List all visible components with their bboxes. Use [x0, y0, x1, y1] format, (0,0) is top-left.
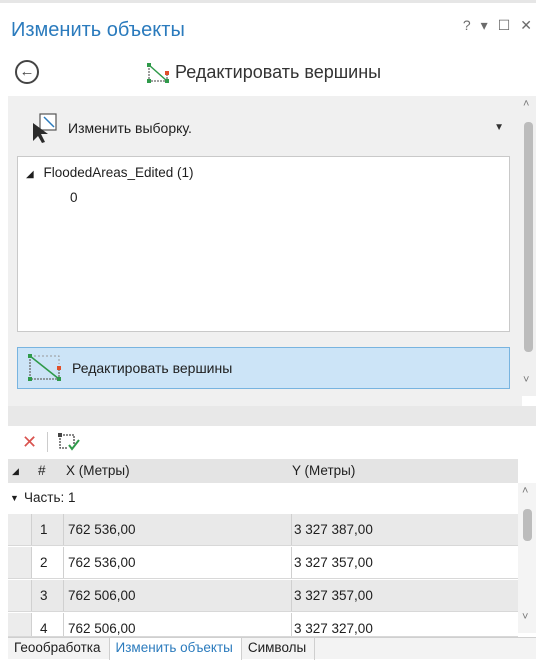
- splitter[interactable]: [8, 406, 536, 426]
- part-row[interactable]: ▼ Часть: 1: [8, 484, 518, 512]
- vertex-y-cell[interactable]: 3 327 387,00: [292, 514, 518, 545]
- table-row[interactable]: 4 762 506,00 3 327 327,00: [8, 613, 518, 637]
- row-selector[interactable]: [8, 580, 32, 611]
- maximize-icon[interactable]: ☐: [498, 17, 511, 34]
- vertex-x-cell[interactable]: 762 506,00: [64, 613, 292, 636]
- tool-title: Редактировать вершины: [175, 62, 382, 82]
- table-row[interactable]: 2 762 536,00 3 327 357,00: [8, 547, 518, 579]
- vertex-toolbar: ✕: [8, 426, 536, 458]
- vertex-y-cell[interactable]: 3 327 357,00: [292, 580, 518, 611]
- pane-titlebar: Изменить объекты ? ▾ ☐ ✕: [0, 0, 536, 48]
- tab-geoprocessing[interactable]: Геообработка: [8, 638, 110, 660]
- tab-symbology[interactable]: Символы: [242, 638, 316, 660]
- change-selection-dropdown[interactable]: Изменить выборку. ▼: [32, 109, 512, 147]
- column-x[interactable]: X (Метры): [66, 463, 130, 478]
- edit-vertices-icon: [28, 354, 61, 381]
- apply-vertex-icon[interactable]: [58, 432, 80, 452]
- part-label: Часть: 1: [24, 490, 76, 505]
- scroll-thumb[interactable]: [523, 509, 532, 541]
- vertex-number: 3: [32, 580, 64, 611]
- options-dropdown-icon[interactable]: ▾: [481, 17, 488, 34]
- row-selector[interactable]: [8, 547, 32, 578]
- toolbar-separator: [47, 432, 49, 452]
- edit-vertices-button[interactable]: Редактировать вершины: [17, 347, 510, 389]
- grid-scrollbar[interactable]: ˄ ˅: [518, 483, 536, 633]
- scroll-up-icon[interactable]: ˄: [523, 98, 529, 110]
- scroll-down-icon[interactable]: ˅: [522, 611, 528, 623]
- tab-modify-features[interactable]: Изменить объекты: [109, 638, 242, 660]
- vertex-x-cell[interactable]: 762 536,00: [64, 514, 292, 545]
- pane-window-controls: ? ▾ ☐ ✕: [463, 17, 532, 34]
- vertex-number: 4: [32, 613, 64, 636]
- table-row[interactable]: 3 762 506,00 3 327 357,00: [8, 580, 518, 612]
- collapse-triangle-icon[interactable]: ◢: [26, 169, 34, 180]
- pane-title: Изменить объекты: [11, 19, 185, 41]
- back-arrow-icon[interactable]: ←: [15, 60, 39, 84]
- change-selection-label: Изменить выборку.: [68, 120, 192, 136]
- vertex-number: 1: [32, 514, 64, 545]
- chevron-down-icon[interactable]: ▼: [494, 122, 504, 133]
- help-icon[interactable]: ?: [463, 17, 471, 34]
- column-num[interactable]: #: [38, 463, 46, 478]
- expand-all-icon[interactable]: ◢: [12, 466, 19, 477]
- tree-feature-row[interactable]: 0: [70, 190, 78, 205]
- layer-name: FloodedAreas_Edited (1): [43, 165, 194, 180]
- row-selector[interactable]: [8, 514, 32, 545]
- close-icon[interactable]: ✕: [520, 17, 532, 34]
- tool-header: Редактировать вершины: [147, 62, 381, 83]
- pane-tabs: Геообработка Изменить объекты Символы: [8, 637, 536, 660]
- scroll-down-icon[interactable]: ˅: [523, 374, 529, 386]
- selection-tree: ◢ FloodedAreas_Edited (1) 0: [17, 156, 510, 332]
- vertex-grid-header: ◢ # X (Метры) Y (Метры): [8, 459, 518, 483]
- vertex-number: 2: [32, 547, 64, 578]
- vertex-y-cell[interactable]: 3 327 357,00: [292, 547, 518, 578]
- vertex-y-cell[interactable]: 3 327 327,00: [292, 613, 518, 636]
- table-row[interactable]: 1 762 536,00 3 327 387,00: [8, 514, 518, 546]
- delete-vertex-icon[interactable]: ✕: [22, 432, 37, 453]
- vertex-x-cell[interactable]: 762 536,00: [64, 547, 292, 578]
- column-y[interactable]: Y (Метры): [292, 463, 355, 478]
- tree-layer-row[interactable]: ◢ FloodedAreas_Edited (1): [26, 165, 194, 180]
- edit-vertices-label: Редактировать вершины: [72, 360, 233, 376]
- scroll-up-icon[interactable]: ˄: [522, 485, 528, 497]
- part-collapse-icon[interactable]: ▼: [10, 493, 19, 503]
- top-scrollbar[interactable]: ˄ ˅: [520, 96, 536, 396]
- vertex-x-cell[interactable]: 762 506,00: [64, 580, 292, 611]
- row-selector[interactable]: [8, 613, 32, 636]
- select-cursor-icon: [33, 113, 57, 143]
- edit-vertices-icon: [147, 62, 169, 83]
- scroll-thumb[interactable]: [524, 122, 533, 352]
